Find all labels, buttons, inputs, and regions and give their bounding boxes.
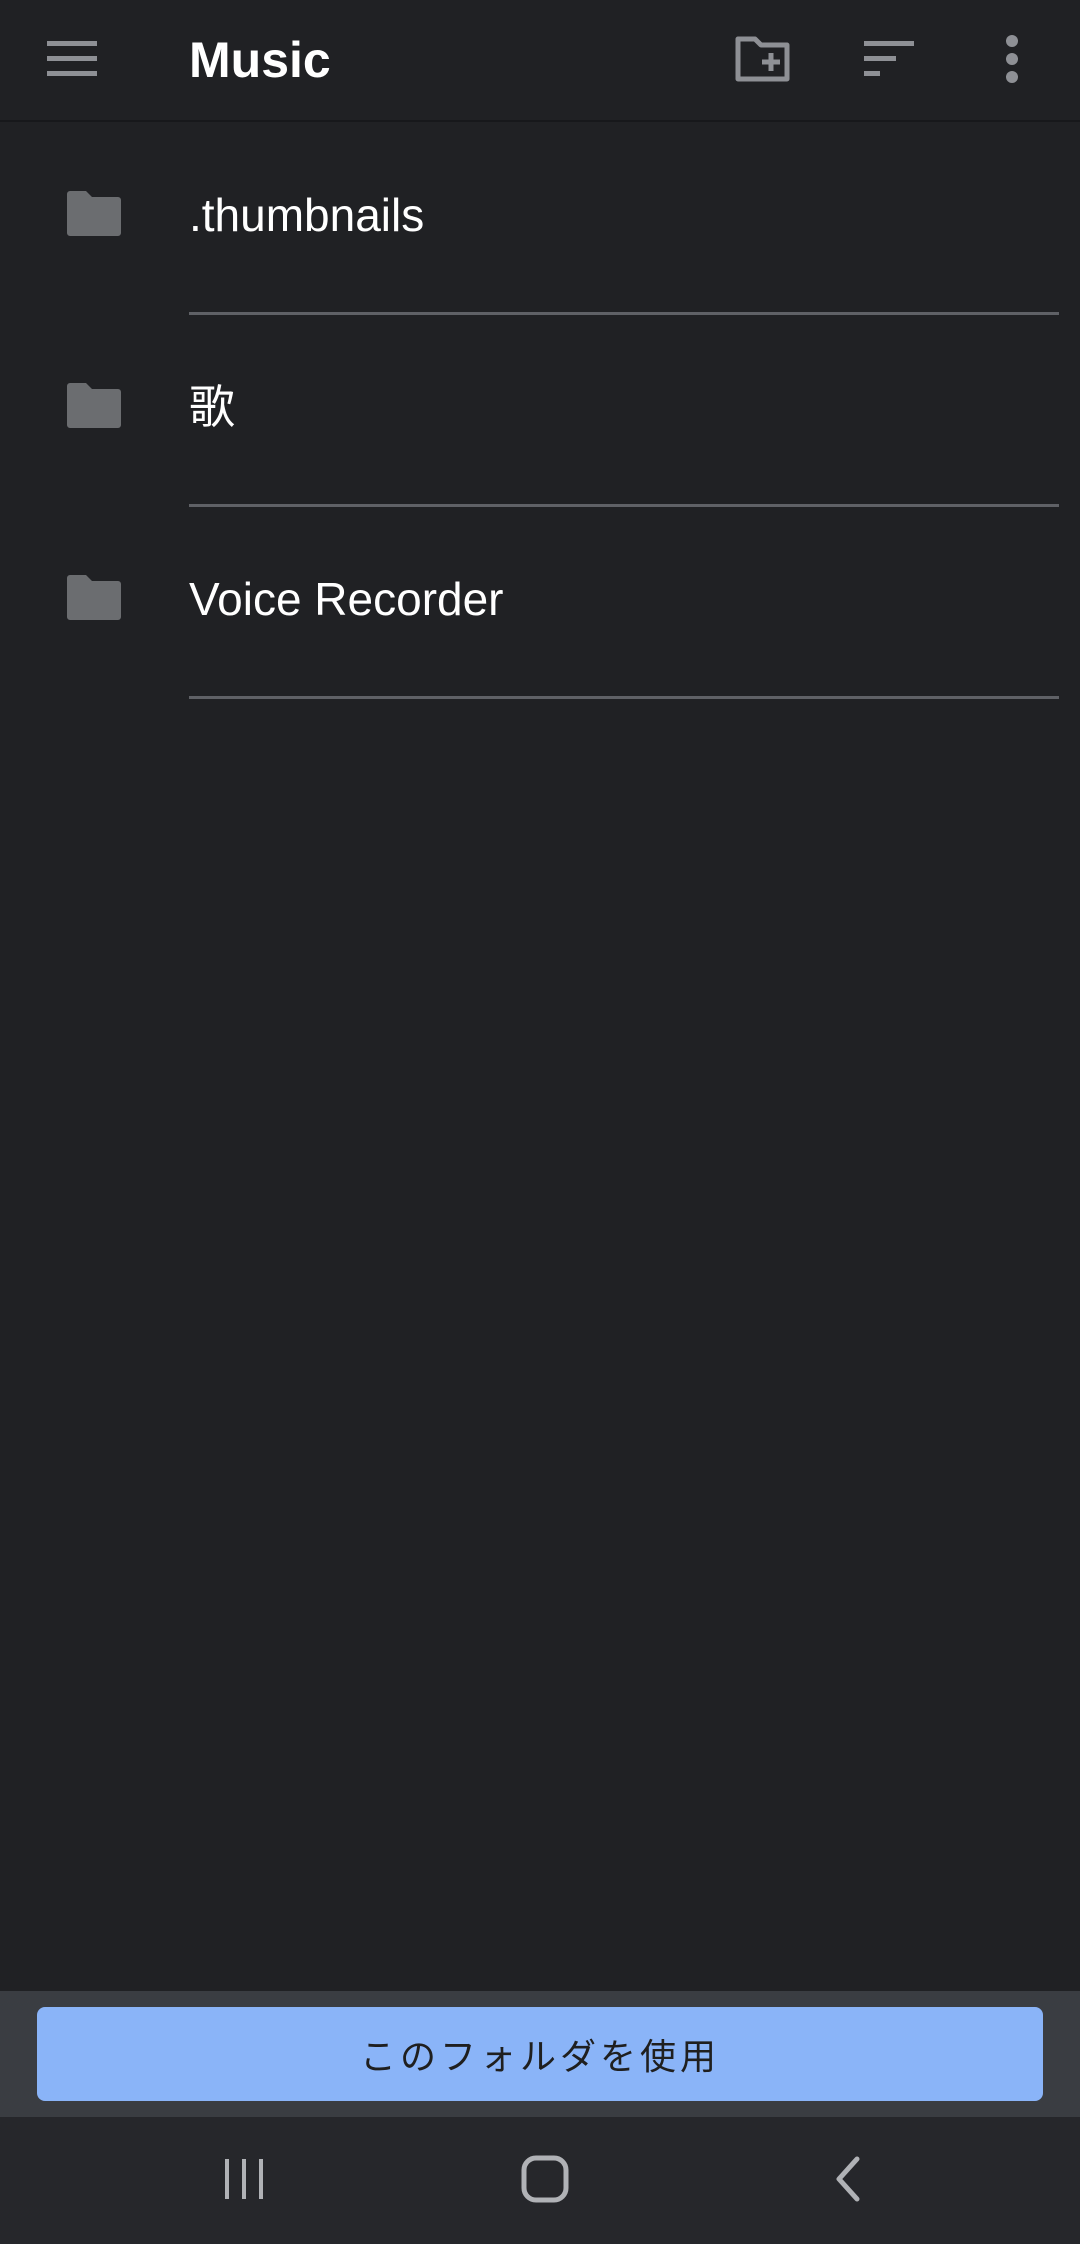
recents-button[interactable] [184, 2129, 304, 2229]
folder-icon [67, 191, 121, 236]
folder-name: .thumbnails [189, 189, 425, 241]
new-folder-button[interactable] [715, 11, 811, 107]
system-navigation-bar [0, 2117, 1080, 2244]
home-button[interactable] [485, 2129, 605, 2229]
more-options-button[interactable] [964, 11, 1060, 107]
list-item[interactable]: 歌 [0, 315, 1080, 507]
app-bar: Music [0, 0, 1080, 122]
home-icon [521, 2155, 569, 2203]
more-vert-icon [1006, 35, 1018, 83]
recents-icon [225, 2159, 263, 2199]
folder-list: .thumbnails 歌 Voice Recorder [0, 123, 1080, 699]
menu-button[interactable] [25, 11, 121, 107]
create-new-folder-icon [735, 36, 790, 82]
sort-button[interactable] [842, 11, 938, 107]
folder-name: Voice Recorder [189, 573, 504, 625]
list-item[interactable]: Voice Recorder [0, 507, 1080, 699]
use-this-folder-button[interactable]: このフォルダを使用 [37, 2007, 1043, 2101]
hamburger-menu-icon [47, 41, 97, 76]
folder-icon [67, 575, 121, 620]
list-item[interactable]: .thumbnails [0, 123, 1080, 315]
folder-name: 歌 [189, 381, 235, 433]
divider [189, 696, 1059, 699]
sort-icon [864, 41, 914, 76]
action-bar: このフォルダを使用 [0, 1991, 1080, 2117]
folder-icon [67, 383, 121, 428]
file-picker-screen: Music .thumbnails 歌 Voice Recorder このフォル… [0, 0, 1080, 2244]
back-button[interactable] [788, 2129, 908, 2229]
page-title: Music [189, 32, 331, 88]
back-icon [836, 2156, 860, 2202]
